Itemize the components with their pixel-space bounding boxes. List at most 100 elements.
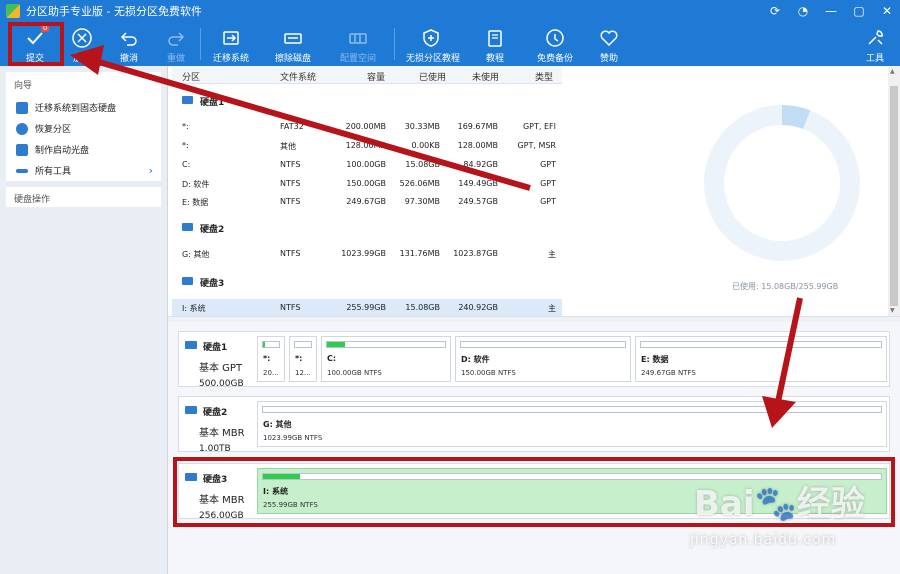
book-icon (488, 30, 502, 47)
cell-free: 249.57GB (458, 197, 498, 206)
scroll-down-icon[interactable]: ▼ (890, 307, 895, 314)
cell-name: G: 其他 (182, 250, 210, 259)
redo-button[interactable]: 重做 (151, 22, 201, 66)
migrate-ssd-icon (16, 101, 28, 114)
sponsor-button[interactable]: 赞助 (584, 22, 634, 66)
sidebar-item-recover-partition[interactable]: 恢复分区 (6, 118, 161, 139)
disk-header-row[interactable]: 硬盘3 (172, 273, 562, 291)
shield-icon (423, 29, 439, 47)
sidebar-item-migrate-ssd[interactable]: 迁移系统到固态硬盘 (6, 97, 161, 118)
cell-cap: 255.99GB (346, 303, 386, 312)
table-row[interactable]: D: 软件 NTFS 150.00GB 526.06MB 149.49GB GP… (172, 175, 562, 193)
col-type[interactable]: 类型 (535, 70, 553, 83)
disk-name: 硬盘1 (185, 340, 249, 353)
sidebar-item-boot-disc[interactable]: 制作启动光盘 (6, 139, 161, 160)
discard-button[interactable]: 放弃 (57, 22, 107, 66)
partition-block[interactable]: E: 数据 249.67GB NTFS (635, 336, 887, 382)
free-backup-label: 免费备份 (536, 54, 573, 64)
table-row[interactable]: G: 其他 NTFS 1023.99GB 131.76MB 1023.87GB … (172, 245, 562, 263)
col-partition[interactable]: 分区 (182, 70, 200, 83)
table-row[interactable]: *: 其他 128.00MB 0.00KB 128.00MB GPT, MSR (172, 137, 562, 155)
col-capacity[interactable]: 容量 (367, 70, 385, 83)
disk-name: 硬盘2 (200, 225, 225, 235)
cell-used: 526.06MB (399, 179, 440, 188)
maximize-icon[interactable]: ▢ (852, 0, 866, 22)
cell-fs: NTFS (280, 179, 301, 188)
partition-block[interactable]: G: 其他 1023.99GB NTFS (257, 401, 887, 447)
table-row[interactable]: C: NTFS 100.00GB 15.08GB 84.92GB GPT (172, 156, 562, 174)
usage-bar (640, 341, 882, 348)
cell-cap: 200.00MB (345, 122, 386, 131)
cell-free: 149.49GB (458, 179, 498, 188)
partition-block[interactable]: *: 20... (257, 336, 285, 382)
cell-name: I: 系统 (182, 304, 206, 313)
cell-name: C: (182, 160, 191, 169)
disk-info: 硬盘1 基本 GPT 500.00GB (179, 332, 255, 389)
sponsor-label: 赞助 (599, 54, 618, 64)
sidebar-item-all-tools[interactable]: 所有工具 › (6, 160, 161, 181)
tutorial-label: 教程 (485, 54, 504, 64)
partition-name: *: (263, 354, 271, 363)
cell-name: *: (182, 141, 189, 150)
title-bar: 分区助手专业版 - 无损分区免费软件 ⟳ ◔ — ▢ ✕ (0, 0, 900, 22)
window-controls: ⟳ ◔ — ▢ ✕ (768, 0, 894, 22)
partition-block[interactable]: D: 软件 150.00GB NTFS (455, 336, 631, 382)
col-filesystem[interactable]: 文件系统 (280, 70, 316, 83)
disk-type: 基本 GPT (199, 363, 243, 374)
vertical-scrollbar[interactable]: ▲ ▼ (888, 66, 900, 316)
close-icon[interactable]: ✕ (880, 0, 894, 22)
table-row[interactable]: E: 数据 NTFS 249.67GB 97.30MB 249.57GB GPT (172, 193, 562, 211)
used-space-label: 已使用: 15.08GB/255.99GB (732, 282, 839, 291)
minimize-icon[interactable]: — (824, 0, 838, 22)
disk-info: 硬盘2 基本 MBR 1.00TB (179, 397, 255, 454)
disk-name: 硬盘1 (200, 98, 225, 108)
discard-label: 放弃 (72, 54, 91, 64)
undo-button[interactable]: 撤消 (104, 22, 154, 66)
disk-card-2[interactable]: 硬盘2 基本 MBR 1.00TB G: 其他 1023.99GB NTFS (178, 396, 890, 454)
cell-type: GPT (540, 160, 556, 169)
table-row[interactable]: *: FAT32 200.00MB 30.33MB 169.67MB GPT, … (172, 118, 562, 136)
cell-type: 主 (548, 250, 556, 259)
tools-button[interactable]: 工具 (852, 22, 898, 66)
theme-icon[interactable]: ◔ (796, 0, 810, 22)
usage-bar (294, 341, 312, 348)
usage-fill (327, 342, 345, 347)
disk-header-row[interactable]: 硬盘1 (172, 92, 562, 110)
scroll-thumb[interactable] (890, 86, 898, 306)
app-logo-icon (6, 4, 20, 18)
cell-free: 128.00MB (457, 141, 498, 150)
scroll-up-icon[interactable]: ▲ (890, 68, 895, 75)
tutorial-button[interactable]: 教程 (470, 22, 520, 66)
cell-used: 15.08GB (405, 160, 440, 169)
disk-header-row[interactable]: 硬盘2 (172, 219, 562, 237)
partition-desc: 1023.99GB NTFS (263, 434, 323, 442)
free-backup-button[interactable]: 免费备份 (530, 22, 580, 66)
table-row-selected[interactable]: I: 系统 NTFS 255.99GB 15.08GB 240.92GB 主 (172, 299, 562, 317)
col-used[interactable]: 已使用 (419, 70, 446, 83)
cell-type: 主 (548, 304, 556, 313)
commit-highlight-box (8, 22, 64, 66)
donut-used-segment (781, 105, 811, 130)
col-free[interactable]: 未使用 (472, 70, 499, 83)
cell-fs: NTFS (280, 160, 301, 169)
undo-icon (120, 32, 137, 46)
config-space-label: 配置空间 (339, 54, 376, 64)
usage-bar (262, 406, 882, 413)
partition-block[interactable]: *: 12... (289, 336, 317, 382)
wipe-disk-button[interactable]: 擦除磁盘 (268, 22, 318, 66)
partition-desc: 20... (263, 369, 279, 377)
disk-card-1[interactable]: 硬盘1 基本 GPT 500.00GB *: 20... *: 12... C:… (178, 331, 890, 389)
partition-block[interactable]: C: 100.00GB NTFS (321, 336, 451, 382)
disk-icon (182, 96, 193, 104)
partition-tutorial-button[interactable]: 无损分区教程 (406, 22, 460, 66)
sidebar-item-label: 制作启动光盘 (35, 146, 90, 156)
migrate-system-button[interactable]: 迁移系统 (206, 22, 256, 66)
disk-size: 500.00GB (199, 379, 244, 389)
disk-icon (182, 277, 193, 285)
more-icon (16, 168, 28, 173)
left-panel: 向导 迁移系统到固态硬盘 恢复分区 制作启动光盘 所有工具 › 硬盘操作 (0, 66, 168, 574)
refresh-icon[interactable]: ⟳ (768, 0, 782, 22)
partition-name: G: 其他 (263, 420, 292, 429)
cell-used: 131.76MB (399, 249, 440, 258)
config-space-button[interactable]: 配置空间 (333, 22, 383, 66)
